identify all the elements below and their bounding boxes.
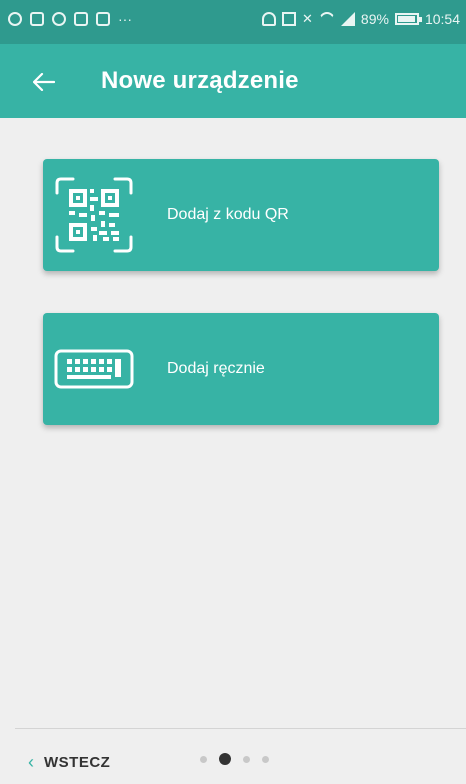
add-manually-label: Dodaj ręcznie xyxy=(167,360,265,377)
radio-icon xyxy=(8,12,22,26)
battery-icon xyxy=(394,13,422,25)
location-icon xyxy=(52,12,66,26)
page-dot-active xyxy=(219,753,231,765)
back-button[interactable]: ‹ WSTECZ xyxy=(28,742,110,782)
keyboard-icon xyxy=(53,329,135,409)
youtube-icon xyxy=(74,12,88,26)
message-icon xyxy=(30,12,44,26)
add-from-qr-button[interactable]: Dodaj z kodu QR xyxy=(43,159,439,271)
divider xyxy=(15,728,466,729)
add-manually-button[interactable]: Dodaj ręcznie xyxy=(43,313,439,425)
page-dot xyxy=(262,755,269,763)
notification-icons: ··· xyxy=(8,12,132,26)
clock: 10:54 xyxy=(424,11,460,27)
chat-icon xyxy=(96,12,110,26)
mute-icon: ✕ xyxy=(302,11,313,26)
battery-percent: 89% xyxy=(360,11,389,27)
headphones-icon xyxy=(262,12,277,26)
signal-icon xyxy=(340,12,355,26)
add-from-qr-label: Dodaj z kodu QR xyxy=(167,206,289,223)
page-dot xyxy=(243,755,250,763)
back-button-label: WSTECZ xyxy=(44,753,111,771)
qr-code-icon xyxy=(53,175,135,255)
system-icons: ✕ 89% 10:54 xyxy=(262,11,460,27)
page-dot xyxy=(200,755,207,763)
page-indicator xyxy=(200,753,269,765)
more-notifications: ··· xyxy=(118,11,132,27)
screen: ··· ✕ 89% 10:54 Nowe urządzenie Dodaj z … xyxy=(0,0,466,784)
nfc-icon xyxy=(282,12,297,26)
wifi-icon xyxy=(319,12,335,26)
arrow-left-icon xyxy=(33,73,55,91)
page-title: Nowe urządzenie xyxy=(101,67,299,94)
status-bar: ··· ✕ 89% 10:54 xyxy=(0,0,466,44)
chevron-left-icon: ‹ xyxy=(28,751,34,772)
app-bar: Nowe urządzenie xyxy=(0,44,466,118)
back-arrow-button[interactable] xyxy=(24,62,64,102)
